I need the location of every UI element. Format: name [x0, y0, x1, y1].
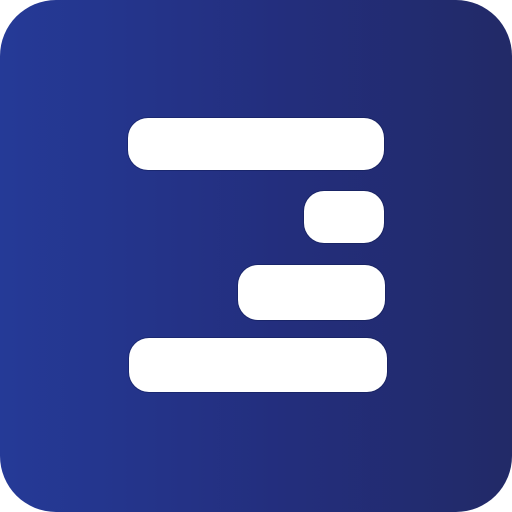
app-logo-icon: [0, 0, 512, 512]
logo-bar-medium: [238, 265, 385, 320]
logo-bar-short: [304, 191, 384, 243]
logo-bar-bottom: [129, 338, 387, 392]
logo-bar-top: [128, 118, 384, 170]
